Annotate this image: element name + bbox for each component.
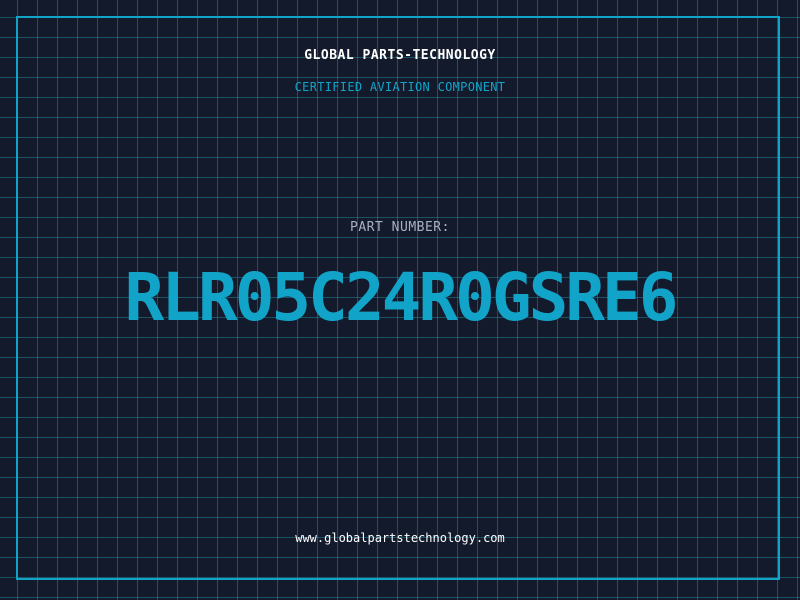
website-link[interactable]: www.globalpartstechnology.com: [0, 531, 800, 545]
certification-tagline: CERTIFIED AVIATION COMPONENT: [294, 80, 506, 94]
label-card: GLOBAL PARTS-TECHNOLOGY CERTIFIED AVIATI…: [0, 0, 800, 600]
part-number-label: PART NUMBER:: [350, 220, 450, 235]
company-name: GLOBAL PARTS-TECHNOLOGY: [304, 48, 496, 63]
part-number-value: RLR05C24R0GSRE6: [124, 259, 678, 336]
